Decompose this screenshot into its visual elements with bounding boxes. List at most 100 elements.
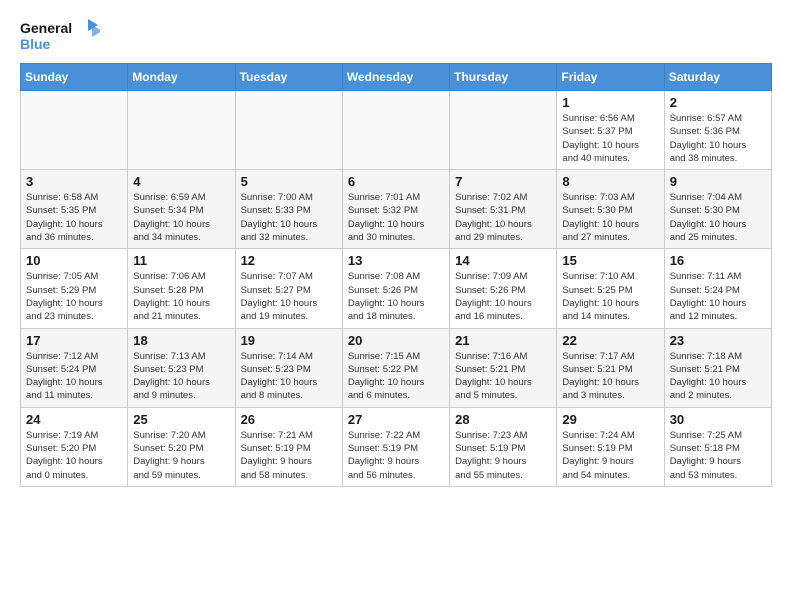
calendar-cell: 3Sunrise: 6:58 AM Sunset: 5:35 PM Daylig… bbox=[21, 170, 128, 249]
day-number: 5 bbox=[241, 174, 337, 189]
day-number: 30 bbox=[670, 412, 766, 427]
day-number: 21 bbox=[455, 333, 551, 348]
header: General Blue bbox=[20, 15, 772, 55]
day-number: 26 bbox=[241, 412, 337, 427]
calendar-cell: 1 Sunrise: 6:56 AM Sunset: 5:37 PM Daylig… bbox=[557, 91, 664, 170]
day-number: 25 bbox=[133, 412, 229, 427]
day-number: 27 bbox=[348, 412, 444, 427]
calendar-cell: 22 Sunrise: 7:17 AM Sunset: 5:21 PM Dayli… bbox=[557, 328, 664, 407]
day-info: Sunrise: 7:10 AM Sunset: 5:25 PM Dayligh… bbox=[562, 270, 658, 323]
day-info: Sunrise: 7:15 AM Sunset: 5:22 PM Dayligh… bbox=[348, 350, 444, 403]
day-number: 3 bbox=[26, 174, 122, 189]
page: General Blue SundayMondayTuesdayWednesda… bbox=[0, 0, 792, 502]
calendar-cell: 8 Sunrise: 7:03 AM Sunset: 5:30 PM Daylig… bbox=[557, 170, 664, 249]
day-info: Sunrise: 7:14 AM Sunset: 5:23 PM Dayligh… bbox=[241, 350, 337, 403]
day-number: 8 bbox=[562, 174, 658, 189]
day-number: 4 bbox=[133, 174, 229, 189]
day-number: 10 bbox=[26, 253, 122, 268]
day-info: Sunrise: 7:12 AM Sunset: 5:24 PM Dayligh… bbox=[26, 350, 122, 403]
calendar-cell: 10 Sunrise: 7:05 AM Sunset: 5:29 PM Dayli… bbox=[21, 249, 128, 328]
weekday-header-wednesday: Wednesday bbox=[342, 64, 449, 91]
svg-text:Blue: Blue bbox=[20, 36, 51, 52]
calendar-cell bbox=[128, 91, 235, 170]
day-info: Sunrise: 6:59 AM Sunset: 5:34 PM Dayligh… bbox=[133, 191, 229, 244]
calendar-cell: 16 Sunrise: 7:11 AM Sunset: 5:24 PM Dayli… bbox=[664, 249, 771, 328]
day-number: 2 bbox=[670, 95, 766, 110]
day-info: Sunrise: 7:05 AM Sunset: 5:29 PM Dayligh… bbox=[26, 270, 122, 323]
weekday-header-thursday: Thursday bbox=[450, 64, 557, 91]
day-info: Sunrise: 7:09 AM Sunset: 5:26 PM Dayligh… bbox=[455, 270, 551, 323]
day-number: 17 bbox=[26, 333, 122, 348]
day-info: Sunrise: 7:20 AM Sunset: 5:20 PM Dayligh… bbox=[133, 429, 229, 482]
logo: General Blue bbox=[20, 15, 100, 55]
calendar-cell: 4 Sunrise: 6:59 AM Sunset: 5:34 PM Daylig… bbox=[128, 170, 235, 249]
day-info: Sunrise: 7:24 AM Sunset: 5:19 PM Dayligh… bbox=[562, 429, 658, 482]
day-info: Sunrise: 7:06 AM Sunset: 5:28 PM Dayligh… bbox=[133, 270, 229, 323]
day-number: 28 bbox=[455, 412, 551, 427]
weekday-header-saturday: Saturday bbox=[664, 64, 771, 91]
calendar-cell: 28 Sunrise: 7:23 AM Sunset: 5:19 PM Dayli… bbox=[450, 407, 557, 486]
calendar-cell: 29 Sunrise: 7:24 AM Sunset: 5:19 PM Dayli… bbox=[557, 407, 664, 486]
calendar-cell: 21 Sunrise: 7:16 AM Sunset: 5:21 PM Dayli… bbox=[450, 328, 557, 407]
calendar-cell: 23Sunrise: 7:18 AM Sunset: 5:21 PM Dayli… bbox=[664, 328, 771, 407]
day-number: 11 bbox=[133, 253, 229, 268]
week-row-3: 10 Sunrise: 7:05 AM Sunset: 5:29 PM Dayli… bbox=[21, 249, 772, 328]
day-number: 12 bbox=[241, 253, 337, 268]
day-info: Sunrise: 7:04 AM Sunset: 5:30 PM Dayligh… bbox=[670, 191, 766, 244]
week-row-1: 1 Sunrise: 6:56 AM Sunset: 5:37 PM Daylig… bbox=[21, 91, 772, 170]
day-number: 14 bbox=[455, 253, 551, 268]
day-number: 18 bbox=[133, 333, 229, 348]
calendar-cell: 15 Sunrise: 7:10 AM Sunset: 5:25 PM Dayli… bbox=[557, 249, 664, 328]
calendar-table: SundayMondayTuesdayWednesdayThursdayFrid… bbox=[20, 63, 772, 487]
calendar-cell: 6 Sunrise: 7:01 AM Sunset: 5:32 PM Daylig… bbox=[342, 170, 449, 249]
day-info: Sunrise: 7:23 AM Sunset: 5:19 PM Dayligh… bbox=[455, 429, 551, 482]
calendar-cell: 7Sunrise: 7:02 AM Sunset: 5:31 PM Daylig… bbox=[450, 170, 557, 249]
calendar-cell: 24Sunrise: 7:19 AM Sunset: 5:20 PM Dayli… bbox=[21, 407, 128, 486]
calendar-cell: 30 Sunrise: 7:25 AM Sunset: 5:18 PM Dayli… bbox=[664, 407, 771, 486]
calendar-cell bbox=[450, 91, 557, 170]
day-info: Sunrise: 6:57 AM Sunset: 5:36 PM Dayligh… bbox=[670, 112, 766, 165]
day-info: Sunrise: 7:18 AM Sunset: 5:21 PM Dayligh… bbox=[670, 350, 766, 403]
calendar-cell: 20 Sunrise: 7:15 AM Sunset: 5:22 PM Dayli… bbox=[342, 328, 449, 407]
day-info: Sunrise: 7:22 AM Sunset: 5:19 PM Dayligh… bbox=[348, 429, 444, 482]
calendar-cell: 14 Sunrise: 7:09 AM Sunset: 5:26 PM Dayli… bbox=[450, 249, 557, 328]
day-number: 13 bbox=[348, 253, 444, 268]
weekday-header-monday: Monday bbox=[128, 64, 235, 91]
day-info: Sunrise: 7:03 AM Sunset: 5:30 PM Dayligh… bbox=[562, 191, 658, 244]
day-info: Sunrise: 7:25 AM Sunset: 5:18 PM Dayligh… bbox=[670, 429, 766, 482]
calendar-cell: 25 Sunrise: 7:20 AM Sunset: 5:20 PM Dayli… bbox=[128, 407, 235, 486]
calendar-cell: 11 Sunrise: 7:06 AM Sunset: 5:28 PM Dayli… bbox=[128, 249, 235, 328]
day-number: 29 bbox=[562, 412, 658, 427]
day-info: Sunrise: 7:11 AM Sunset: 5:24 PM Dayligh… bbox=[670, 270, 766, 323]
calendar-cell: 18 Sunrise: 7:13 AM Sunset: 5:23 PM Dayli… bbox=[128, 328, 235, 407]
day-number: 16 bbox=[670, 253, 766, 268]
day-number: 20 bbox=[348, 333, 444, 348]
svg-text:General: General bbox=[20, 20, 72, 36]
day-info: Sunrise: 7:01 AM Sunset: 5:32 PM Dayligh… bbox=[348, 191, 444, 244]
weekday-header-friday: Friday bbox=[557, 64, 664, 91]
weekday-header-row: SundayMondayTuesdayWednesdayThursdayFrid… bbox=[21, 64, 772, 91]
logo-svg: General Blue bbox=[20, 15, 100, 55]
day-info: Sunrise: 7:17 AM Sunset: 5:21 PM Dayligh… bbox=[562, 350, 658, 403]
day-info: Sunrise: 7:00 AM Sunset: 5:33 PM Dayligh… bbox=[241, 191, 337, 244]
day-info: Sunrise: 7:16 AM Sunset: 5:21 PM Dayligh… bbox=[455, 350, 551, 403]
calendar-cell bbox=[21, 91, 128, 170]
day-number: 9 bbox=[670, 174, 766, 189]
day-info: Sunrise: 7:07 AM Sunset: 5:27 PM Dayligh… bbox=[241, 270, 337, 323]
calendar-cell: 26Sunrise: 7:21 AM Sunset: 5:19 PM Dayli… bbox=[235, 407, 342, 486]
day-number: 24 bbox=[26, 412, 122, 427]
calendar-cell: 27 Sunrise: 7:22 AM Sunset: 5:19 PM Dayli… bbox=[342, 407, 449, 486]
calendar-cell: 9 Sunrise: 7:04 AM Sunset: 5:30 PM Daylig… bbox=[664, 170, 771, 249]
day-number: 15 bbox=[562, 253, 658, 268]
day-number: 1 bbox=[562, 95, 658, 110]
weekday-header-sunday: Sunday bbox=[21, 64, 128, 91]
day-number: 22 bbox=[562, 333, 658, 348]
day-info: Sunrise: 6:56 AM Sunset: 5:37 PM Dayligh… bbox=[562, 112, 658, 165]
day-info: Sunrise: 7:08 AM Sunset: 5:26 PM Dayligh… bbox=[348, 270, 444, 323]
day-info: Sunrise: 7:13 AM Sunset: 5:23 PM Dayligh… bbox=[133, 350, 229, 403]
week-row-5: 24Sunrise: 7:19 AM Sunset: 5:20 PM Dayli… bbox=[21, 407, 772, 486]
day-number: 6 bbox=[348, 174, 444, 189]
weekday-header-tuesday: Tuesday bbox=[235, 64, 342, 91]
calendar-cell: 12 Sunrise: 7:07 AM Sunset: 5:27 PM Dayli… bbox=[235, 249, 342, 328]
calendar-cell: 19Sunrise: 7:14 AM Sunset: 5:23 PM Dayli… bbox=[235, 328, 342, 407]
